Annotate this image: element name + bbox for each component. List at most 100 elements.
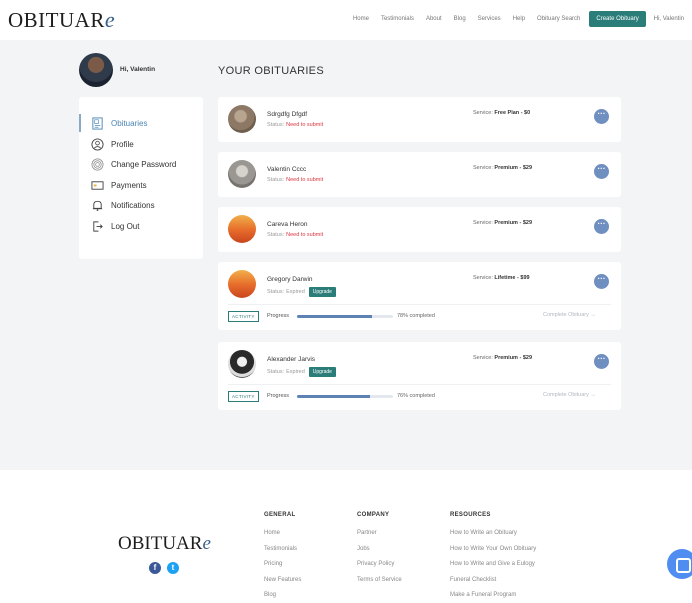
sidebar-item-notifications[interactable]: Notifications xyxy=(91,198,155,212)
nav-services[interactable]: Services xyxy=(478,16,501,22)
site-footer: OBITUARe f t GENERAL Home Testimonials P… xyxy=(0,470,692,603)
twitter-icon[interactable]: t xyxy=(167,562,179,574)
progress-percent: 78% completed xyxy=(397,313,435,319)
obituary-name[interactable]: Valentin Cccc xyxy=(267,166,306,173)
footer-link[interactable]: Terms of Service xyxy=(357,577,402,583)
service-label: Service: xyxy=(473,355,493,361)
more-options-button[interactable]: ··· xyxy=(594,354,609,369)
status-value: Need to submit xyxy=(286,177,324,183)
service-value: Lifetime - $99 xyxy=(494,275,530,281)
sidebar-item-label: Profile xyxy=(111,139,134,149)
footer-link[interactable]: Partner xyxy=(357,530,402,536)
sidebar-item-label: Notifications xyxy=(111,200,155,210)
top-header: OBITUARe Home Testimonials About Blog Se… xyxy=(0,0,692,40)
account-sidebar: Obituaries Profile Change Password Payme… xyxy=(79,97,203,259)
footer-column-general: GENERAL Home Testimonials Pricing New Fe… xyxy=(264,512,301,603)
footer-link[interactable]: Privacy Policy xyxy=(357,561,402,567)
obituary-card: Sdrgdfg Dfgdf Status: Need to submit Ser… xyxy=(218,97,621,142)
footer-link[interactable]: Jobs xyxy=(357,546,402,552)
obituary-card: Careva Heron Status: Need to submit Serv… xyxy=(218,207,621,252)
footer-link[interactable]: Home xyxy=(264,530,301,536)
footer-link[interactable]: New Features xyxy=(264,577,301,583)
service-value: Premium - $29 xyxy=(494,220,533,226)
footer-link[interactable]: Funeral Checklist xyxy=(450,577,536,583)
nav-about[interactable]: About xyxy=(426,16,442,22)
nav-home[interactable]: Home xyxy=(353,16,369,22)
sidebar-item-label: Obituaries xyxy=(111,118,148,128)
footer-column-resources: RESOURCES How to Write an Obituary How t… xyxy=(450,512,536,603)
facebook-icon[interactable]: f xyxy=(149,562,161,574)
activity-button[interactable]: ACTIVITY xyxy=(228,391,259,402)
chat-widget-icon[interactable] xyxy=(667,549,692,579)
status-label: Status: xyxy=(267,177,285,183)
service-value: Premium - $29 xyxy=(494,165,533,171)
sidebar-item-label: Log Out xyxy=(111,221,140,231)
obituary-service: Service: Premium - $29 xyxy=(473,165,532,171)
footer-link[interactable]: How to Write an Obituary xyxy=(450,530,536,536)
complete-link-label: Complete Obituary xyxy=(543,312,589,318)
nav-obituary-search[interactable]: Obituary Search xyxy=(537,16,580,22)
footer-link[interactable]: How to Write Your Own Obituary xyxy=(450,546,536,552)
footer-link[interactable]: Blog xyxy=(264,592,301,598)
create-obituary-button[interactable]: Create Obituary xyxy=(589,11,646,27)
site-logo[interactable]: OBITUARe xyxy=(8,7,115,33)
status-label: Status: xyxy=(267,232,285,238)
footer-logo[interactable]: OBITUARe xyxy=(118,533,211,555)
footer-logo-suffix: e xyxy=(202,533,211,554)
bell-icon xyxy=(92,200,103,211)
service-label: Service: xyxy=(473,165,493,171)
more-options-button[interactable]: ··· xyxy=(594,109,609,124)
status-value: Need to submit xyxy=(286,122,324,128)
upgrade-button[interactable]: Upgrade xyxy=(308,367,336,377)
obituary-name[interactable]: Sdrgdfg Dfgdf xyxy=(267,111,307,118)
obituary-photo[interactable] xyxy=(228,215,256,243)
sidebar-item-log-out[interactable]: Log Out xyxy=(91,219,139,233)
footer-link[interactable]: Make a Funeral Program xyxy=(450,592,536,598)
progress-fill xyxy=(297,315,372,318)
obituary-status: Status: Expired Upgrade xyxy=(267,287,336,297)
more-options-button[interactable]: ··· xyxy=(594,219,609,234)
status-label: Status: xyxy=(267,369,285,375)
status-value: Need to submit xyxy=(286,232,324,238)
activity-button[interactable]: ACTIVITY xyxy=(228,311,259,322)
sidebar-item-obituaries[interactable]: Obituaries xyxy=(91,116,147,130)
nav-testimonials[interactable]: Testimonials xyxy=(381,16,414,22)
user-avatar xyxy=(79,53,113,87)
main-nav: Home Testimonials About Blog Services He… xyxy=(341,11,684,27)
obituary-name[interactable]: Gregory Darwin xyxy=(267,276,313,283)
obituary-photo[interactable] xyxy=(228,105,256,133)
complete-obituary-link[interactable]: Complete Obituary → xyxy=(543,392,596,398)
status-label: Status: xyxy=(267,289,285,295)
obituary-status: Status: Need to submit xyxy=(267,122,323,128)
user-menu[interactable]: Hi, Valentin xyxy=(654,16,684,22)
obituary-photo[interactable] xyxy=(228,160,256,188)
sidebar-item-change-password[interactable]: Change Password xyxy=(91,157,176,171)
obituary-name[interactable]: Careva Heron xyxy=(267,221,307,228)
footer-link[interactable]: Testimonials xyxy=(264,546,301,552)
nav-blog[interactable]: Blog xyxy=(454,16,466,22)
more-options-button[interactable]: ··· xyxy=(594,164,609,179)
footer-link[interactable]: How to Write and Give a Eulogy xyxy=(450,561,536,567)
obituary-service: Service: Lifetime - $99 xyxy=(473,275,530,281)
obituary-status: Status: Expired Upgrade xyxy=(267,367,336,377)
sidebar-item-payments[interactable]: Payments xyxy=(91,178,147,192)
obituary-photo[interactable] xyxy=(228,270,256,298)
obituary-status: Status: Need to submit xyxy=(267,232,323,238)
obituary-card: Gregory Darwin Status: Expired Upgrade S… xyxy=(218,262,621,330)
footer-link[interactable]: Pricing xyxy=(264,561,301,567)
arrow-right-icon: → xyxy=(590,392,596,398)
card-icon xyxy=(91,180,104,190)
footer-column-company: COMPANY Partner Jobs Privacy Policy Term… xyxy=(357,512,402,592)
upgrade-button[interactable]: Upgrade xyxy=(308,287,336,297)
obituary-status: Status: Need to submit xyxy=(267,177,323,183)
nav-help[interactable]: Help xyxy=(513,16,525,22)
obituary-service: Service: Premium - $29 xyxy=(473,355,532,361)
obituary-name[interactable]: Alexander Jarvis xyxy=(267,356,315,363)
service-value: Premium - $29 xyxy=(494,355,533,361)
more-options-button[interactable]: ··· xyxy=(594,274,609,289)
obituary-photo[interactable] xyxy=(228,350,256,378)
arrow-right-icon: → xyxy=(590,312,596,318)
complete-obituary-link[interactable]: Complete Obituary → xyxy=(543,312,596,318)
sidebar-item-profile[interactable]: Profile xyxy=(91,137,134,151)
progress-bar xyxy=(297,395,393,398)
